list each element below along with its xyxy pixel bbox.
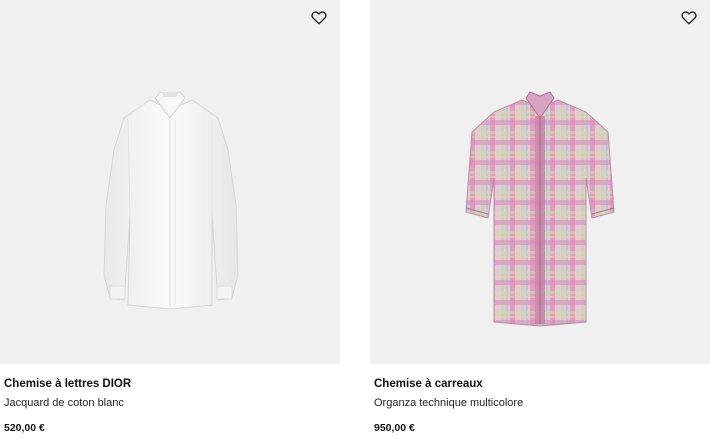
product-title[interactable]: Chemise à lettres DIOR — [4, 376, 340, 392]
plaid-shirt-image — [465, 91, 615, 327]
product-price: 520,00 € — [4, 422, 45, 434]
product-image-panel[interactable] — [370, 0, 710, 364]
product-info: Chemise à carreaux Organza technique mul… — [374, 376, 710, 435]
heart-outline-icon — [311, 10, 327, 24]
white-shirt-image — [103, 91, 239, 310]
wishlist-button[interactable] — [308, 6, 330, 28]
product-info: Chemise à lettres DIOR Jacquard de coton… — [4, 376, 340, 435]
product-subtitle: Organza technique multicolore — [374, 397, 524, 409]
product-card[interactable]: Chemise à carreaux Organza technique mul… — [370, 0, 710, 442]
wishlist-button[interactable] — [678, 6, 700, 28]
heart-outline-icon — [681, 10, 697, 24]
product-title[interactable]: Chemise à carreaux — [374, 376, 710, 392]
product-subtitle: Jacquard de coton blanc — [4, 397, 124, 409]
product-card[interactable]: Chemise à lettres DIOR Jacquard de coton… — [0, 0, 340, 442]
product-image-panel[interactable] — [0, 0, 340, 364]
product-price: 950,00 € — [374, 422, 415, 434]
